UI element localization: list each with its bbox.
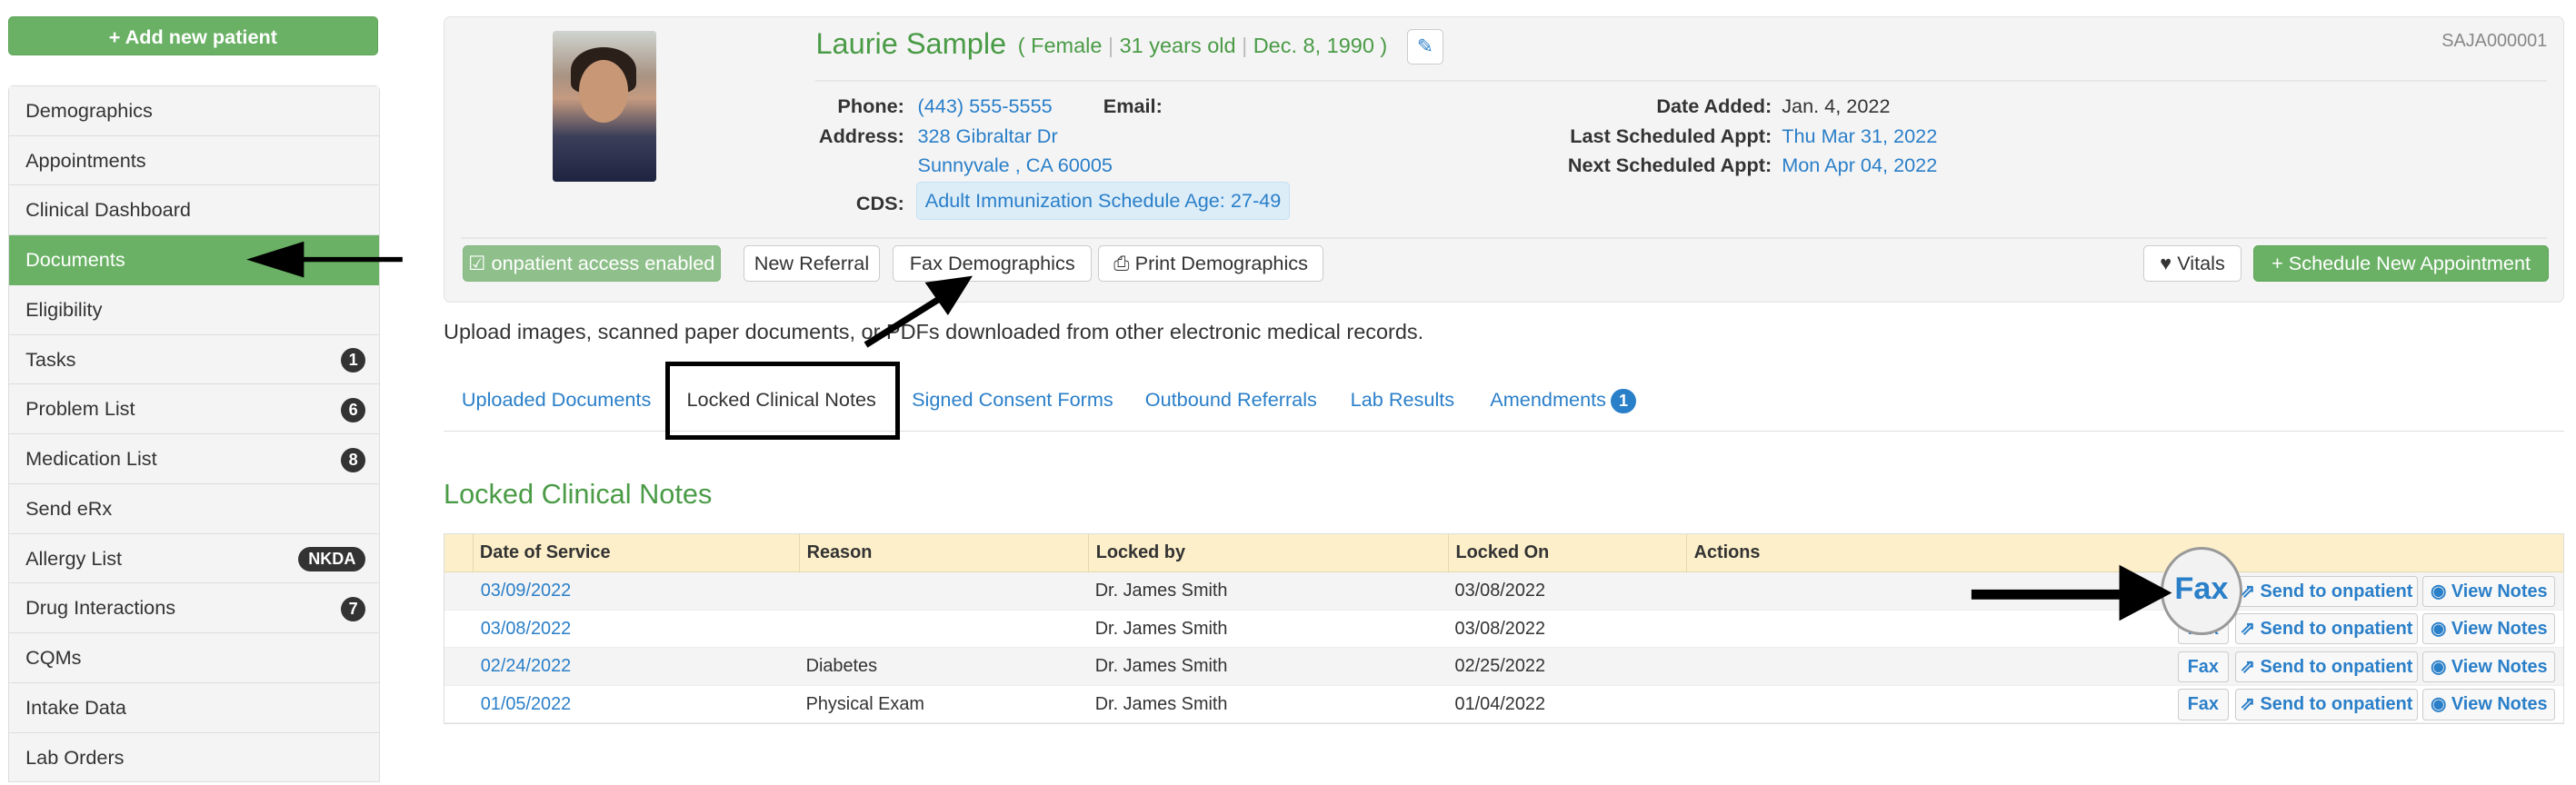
app: + Add new patient Demographics Appointmen… [0,0,2576,785]
arrow-to-fax [1971,564,2172,621]
arrow-to-documents [246,241,403,278]
annotation-arrows [246,241,2172,621]
arrow-to-fax-demographics [864,275,973,348]
